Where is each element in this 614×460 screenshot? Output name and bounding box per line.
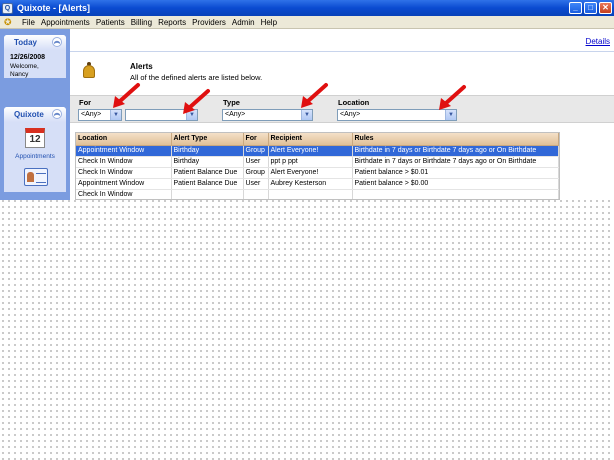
menu-billing[interactable]: Billing [128, 18, 155, 27]
type-select-value: <Any> [225, 111, 246, 118]
today-title: Today [14, 38, 37, 47]
cell-location: Appointment Window [76, 178, 172, 190]
annotation-arrow-icon [113, 83, 140, 108]
window-title: Quixote - [Alerts] [17, 3, 91, 13]
close-button[interactable]: ✕ [599, 2, 612, 14]
cell-for: User [243, 178, 269, 190]
filter-bar: For <Any> ▼ ▼ Type <Any> ▼ Location <Any… [70, 95, 614, 123]
table-row[interactable]: Check In Window [76, 189, 559, 199]
menu-reports[interactable]: Reports [155, 18, 189, 27]
main-content: Details Alerts All of the defined alerts… [70, 29, 614, 200]
for-select-value: <Any> [81, 111, 102, 118]
menu-file[interactable]: File [19, 18, 38, 27]
today-panel-header[interactable]: Today ︽ [4, 35, 66, 50]
cell-rules [352, 189, 559, 199]
maximize-button[interactable]: □ [584, 2, 597, 14]
col-recipient[interactable]: Recipient [268, 133, 353, 146]
menu-patients[interactable]: Patients [93, 18, 128, 27]
app-icon: Q [2, 2, 13, 14]
annotation-arrow-icon [301, 83, 328, 108]
col-rules[interactable]: Rules [352, 133, 559, 146]
table-row[interactable]: Check In Window Birthday User ppt p ppt … [76, 156, 559, 168]
quixote-title: Quixote [14, 110, 44, 119]
cell-rules: Birthdate in 7 days or Birthdate 7 days … [352, 156, 559, 168]
cell-alert-type: Patient Balance Due [171, 178, 244, 190]
table-row[interactable]: Appointment Window Patient Balance Due U… [76, 178, 559, 190]
table-row[interactable]: Appointment Window Birthday Group Alert … [76, 145, 559, 157]
cell-alert-type: Birthday [171, 156, 244, 168]
cell-recipient: Alert Everyone! [268, 167, 353, 179]
annotation-arrow-icon [183, 89, 210, 114]
cell-recipient: Aubrey Kesterson [268, 178, 353, 190]
cell-for [243, 189, 269, 199]
welcome-text: Welcome, Nancy [10, 63, 60, 79]
chevron-up-icon[interactable]: ︽ [52, 109, 62, 119]
quixote-panel-header[interactable]: Quixote ︽ [4, 107, 66, 122]
annotation-arrow-icon [439, 85, 466, 110]
col-for[interactable]: For [243, 133, 269, 146]
bell-icon [81, 62, 97, 82]
page-title: Alerts [130, 62, 153, 71]
menu-bar: ✪ File Appointments Patients Billing Rep… [0, 16, 614, 29]
col-location[interactable]: Location [76, 133, 172, 146]
location-select-value: <Any> [340, 111, 361, 118]
title-bar: Q Quixote - [Alerts] _ □ ✕ [0, 0, 614, 16]
cell-alert-type [171, 189, 244, 199]
divider [70, 51, 614, 52]
cell-for: Group [243, 145, 269, 157]
appointments-link[interactable]: Appointments [4, 153, 66, 160]
today-date: 12/26/2008 [10, 54, 46, 61]
cell-recipient [268, 189, 353, 199]
chevron-up-icon[interactable]: ︽ [52, 37, 62, 47]
for-label: For [79, 98, 92, 107]
cell-rules: Birthdate in 7 days or Birthdate 7 days … [352, 145, 559, 157]
page-description: All of the defined alerts are listed bel… [130, 73, 263, 82]
cell-location: Check In Window [76, 156, 172, 168]
cell-recipient: Alert Everyone! [268, 145, 353, 157]
today-panel: Today ︽ 12/26/2008 Welcome, Nancy [4, 35, 66, 78]
sidebar: Today ︽ 12/26/2008 Welcome, Nancy Quixot… [0, 29, 70, 200]
cell-alert-type: Birthday [171, 145, 244, 157]
window-controls: _ □ ✕ [569, 2, 612, 14]
cell-location: Check In Window [76, 189, 172, 199]
patient-card-icon[interactable] [24, 168, 48, 186]
quixote-logo-icon: ✪ [4, 16, 12, 27]
table-row[interactable]: Check In Window Patient Balance Due Grou… [76, 167, 559, 179]
location-label: Location [338, 98, 370, 107]
minimize-button[interactable]: _ [569, 2, 582, 14]
cell-recipient: ppt p ppt [268, 156, 353, 168]
quixote-panel: Quixote ︽ 12 Appointments [4, 107, 66, 192]
cell-rules: Patient balance > $0.00 [352, 178, 559, 190]
menu-help[interactable]: Help [258, 18, 280, 27]
details-link[interactable]: Details [586, 37, 610, 46]
today-body: 12/26/2008 Welcome, Nancy [4, 50, 66, 78]
col-alert-type[interactable]: Alert Type [171, 133, 244, 146]
cell-location: Appointment Window [76, 145, 172, 157]
type-label: Type [223, 98, 240, 107]
menu-appointments[interactable]: Appointments [38, 18, 93, 27]
menu-providers[interactable]: Providers [189, 18, 229, 27]
cell-alert-type: Patient Balance Due [171, 167, 244, 179]
calendar-icon[interactable]: 12 [25, 128, 45, 148]
cell-location: Check In Window [76, 167, 172, 179]
table-header-row: Location Alert Type For Recipient Rules [76, 133, 559, 146]
user-name: Nancy [10, 71, 29, 78]
welcome-label: Welcome, [10, 63, 39, 70]
menu-admin[interactable]: Admin [229, 18, 258, 27]
alerts-table: Location Alert Type For Recipient Rules … [75, 132, 560, 200]
quixote-body: 12 Appointments [4, 122, 66, 192]
cell-rules: Patient balance > $0.01 [352, 167, 559, 179]
cell-for: Group [243, 167, 269, 179]
cell-for: User [243, 156, 269, 168]
